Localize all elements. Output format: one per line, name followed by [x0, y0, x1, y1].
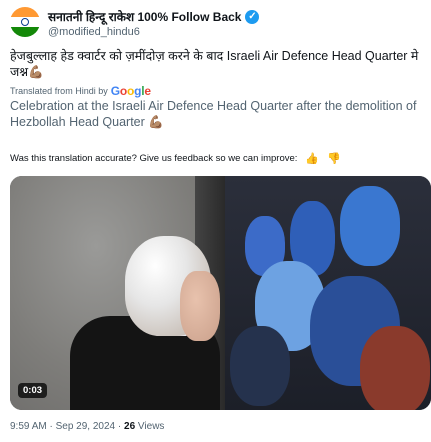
crowd-figure — [360, 326, 430, 410]
tweet-text: हेजबुल्लाह हेड क्वार्टर को ज़मींदोज़ करन… — [10, 49, 419, 79]
thumbs-up-icon[interactable]: 👍 — [305, 152, 319, 165]
tweet-meta: 9:59 AM · Sep 29, 2024 · 26 Views — [10, 421, 164, 432]
google-logo-letter: G — [110, 84, 120, 98]
views-count: 26 — [124, 421, 136, 432]
google-logo-letter: e — [144, 84, 151, 98]
meta-separator: · — [49, 421, 53, 432]
tweet-header: सनातनी हिन्दू राकेश 100% Follow Back ✓ @… — [10, 6, 421, 42]
translation-attribution: Translated from Hindi by Google — [10, 84, 151, 98]
tweet-date[interactable]: Sep 29, 2024 — [56, 421, 116, 432]
translated-label: Translated from Hindi by — [10, 86, 108, 96]
avatar[interactable] — [10, 7, 40, 37]
meta-separator: · — [117, 421, 122, 432]
thumbs-down-icon[interactable]: 👎 — [327, 152, 341, 165]
translated-text: Celebration at the Israeli Air Defence H… — [10, 99, 417, 129]
flag-emblem-icon — [21, 18, 29, 26]
video-duration-badge: 0:03 — [18, 383, 48, 398]
views-label: Views — [137, 421, 165, 432]
tweet-time[interactable]: 9:59 AM — [10, 421, 47, 432]
feedback-prompt: Was this translation accurate? Give us f… — [10, 153, 298, 164]
author-handle[interactable]: @modified_hindu6 — [48, 26, 140, 38]
crowd-figure — [230, 326, 290, 406]
man-face — [180, 271, 220, 341]
author-name-row: सनातनी हिन्दू राकेश 100% Follow Back ✓ — [48, 8, 260, 25]
translation-feedback: Was this translation accurate? Give us f… — [10, 152, 341, 165]
verified-badge-icon: ✓ — [245, 9, 260, 24]
google-logo: Google — [111, 84, 151, 98]
video-player[interactable]: 0:03 — [10, 176, 431, 410]
display-name[interactable]: सनातनी हिन्दू राकेश 100% Follow Back — [48, 8, 241, 25]
crowd-figure — [340, 186, 400, 266]
google-logo-letter: o — [119, 84, 127, 98]
